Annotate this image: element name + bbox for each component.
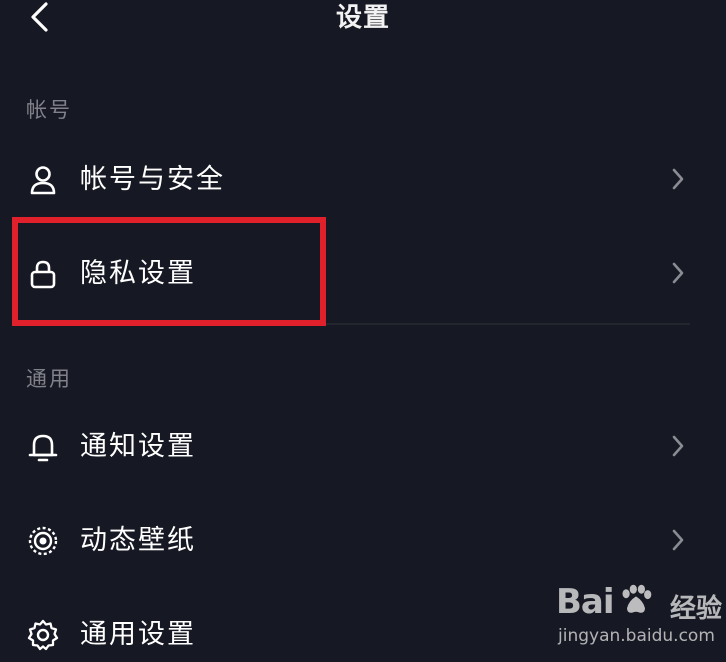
row-privacy-settings[interactable]: 隐私设置 — [0, 233, 726, 313]
lock-icon — [26, 257, 60, 291]
page-title: 设置 — [335, 3, 390, 33]
baidu-jingyan-watermark: Bai 经验 jingyan.baidu.com — [556, 582, 722, 660]
row-live-wallpaper[interactable]: 动态壁纸 — [0, 501, 726, 581]
section-divider — [26, 323, 690, 325]
header-bar: 设置 — [0, 0, 726, 40]
row-label: 动态壁纸 — [80, 525, 196, 556]
row-notification-settings[interactable]: 通知设置 — [0, 407, 726, 487]
watermark-url: jingyan.baidu.com — [558, 626, 715, 646]
row-label: 通用设置 — [80, 619, 196, 650]
watermark-brand: 经验 — [670, 594, 723, 624]
row-label: 帐号与安全 — [80, 164, 225, 195]
chevron-right-icon — [672, 435, 684, 457]
user-icon — [26, 163, 60, 197]
baidu-logo-text: Bai — [556, 582, 615, 622]
gear-icon — [26, 618, 60, 652]
settings-screen: 设置 帐号 帐号与安全 隐私设置 通用 通知设置 动态壁纸 通用设置 Bai 经… — [0, 0, 726, 662]
section-label-general: 通用 — [26, 367, 72, 391]
paw-icon — [622, 584, 652, 613]
row-account-security[interactable]: 帐号与安全 — [0, 140, 726, 220]
bell-icon — [26, 430, 60, 464]
row-label: 通知设置 — [80, 431, 196, 462]
section-label-account: 帐号 — [26, 98, 72, 122]
chevron-right-icon — [672, 529, 684, 551]
chevron-right-icon — [672, 262, 684, 284]
live-wallpaper-icon — [26, 524, 60, 558]
chevron-right-icon — [672, 168, 684, 190]
row-label: 隐私设置 — [80, 258, 196, 289]
